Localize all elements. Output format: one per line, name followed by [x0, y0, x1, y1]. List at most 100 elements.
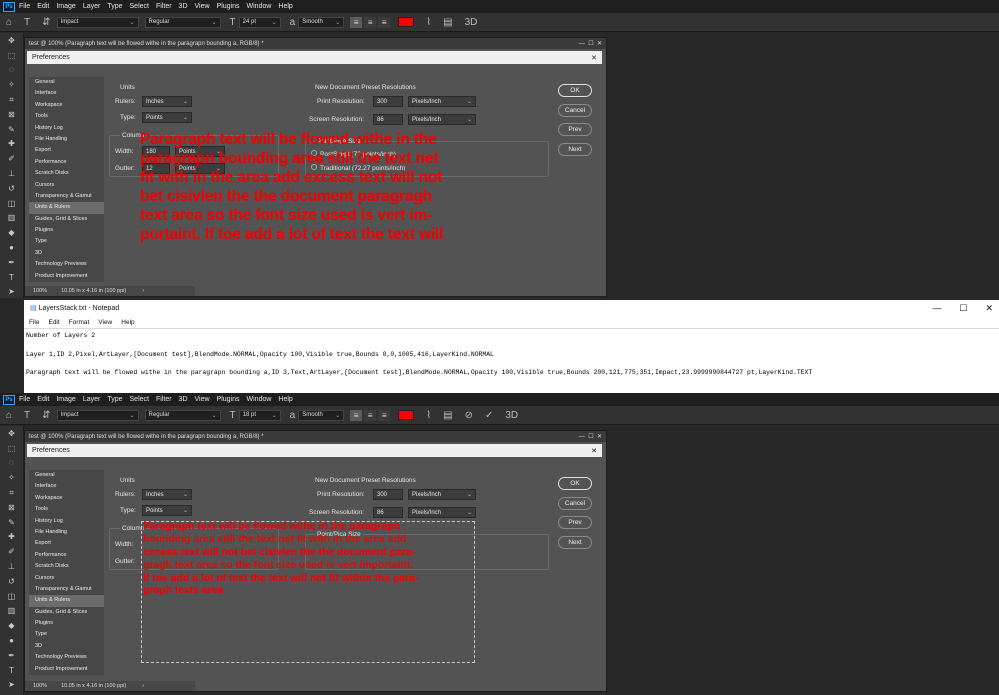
warp-text-icon[interactable]: ⌇	[426, 410, 431, 421]
antialias-select[interactable]: Smooth	[298, 16, 345, 28]
zoom-level[interactable]: 100%	[33, 683, 47, 689]
nav-tools[interactable]: Tools	[29, 504, 104, 515]
np-menu-view[interactable]: View	[98, 319, 112, 326]
menu-help[interactable]: Help	[278, 3, 292, 10]
menu-image[interactable]: Image	[56, 3, 75, 10]
status-chevron-icon[interactable]: ›	[142, 683, 144, 689]
warp-text-icon[interactable]: ⌇	[426, 17, 431, 28]
menu-view[interactable]: View	[195, 396, 210, 403]
path-select-icon[interactable]: ➤	[0, 678, 23, 693]
nav-interface[interactable]: Interface	[29, 88, 104, 99]
nav-plugins[interactable]: Plugins	[29, 618, 104, 629]
menu-select[interactable]: Select	[130, 3, 149, 10]
screen-res-input[interactable]: 86	[373, 507, 403, 518]
nav-tech-previews[interactable]: Technology Previews	[29, 652, 104, 663]
close-icon[interactable]: ✕	[591, 54, 597, 62]
nav-units-rulers[interactable]: Units & Rulers	[29, 202, 104, 214]
nav-history-log[interactable]: History Log	[29, 516, 104, 527]
home-icon[interactable]: ⌂	[6, 410, 12, 421]
font-style-select[interactable]: Regular	[144, 409, 221, 421]
print-res-unit-select[interactable]: Pixels/Inch	[408, 489, 476, 500]
document-tab-top[interactable]: test @ 100% (Paragraph text will be flow…	[25, 38, 606, 49]
menu-plugins[interactable]: Plugins	[217, 396, 240, 403]
nav-transparency[interactable]: Transparency & Gamut	[29, 584, 104, 595]
menu-filter[interactable]: Filter	[156, 3, 172, 10]
nav-file-handling[interactable]: File Handling	[29, 134, 104, 145]
np-menu-help[interactable]: Help	[121, 319, 134, 326]
print-res-unit-select[interactable]: Pixels/Inch	[408, 96, 476, 107]
menu-type[interactable]: Type	[107, 3, 122, 10]
menu-image[interactable]: Image	[56, 396, 75, 403]
type-tool-side-icon[interactable]: T	[0, 270, 23, 285]
blur-tool-icon[interactable]: ◆	[0, 225, 23, 240]
nav-history-log[interactable]: History Log	[29, 123, 104, 134]
nav-product-improvement[interactable]: Product Improvement	[29, 664, 104, 675]
healing-brush-icon[interactable]: ✚	[0, 530, 23, 545]
font-style-select[interactable]: Regular	[144, 16, 221, 28]
cancel-button[interactable]: Cancel	[558, 104, 592, 117]
eyedropper-icon[interactable]: ✎	[0, 515, 23, 530]
nav-units-rulers[interactable]: Units & Rulers	[29, 595, 104, 607]
antialias-select[interactable]: Smooth	[298, 409, 345, 421]
align-center-icon[interactable]: ≡	[364, 16, 377, 28]
menu-window[interactable]: Window	[247, 396, 272, 403]
menu-select[interactable]: Select	[130, 396, 149, 403]
eyedropper-icon[interactable]: ✎	[0, 122, 23, 137]
close-icon[interactable]: ✕	[591, 447, 597, 455]
nav-export[interactable]: Export	[29, 538, 104, 549]
eraser-tool-icon[interactable]: ◫	[0, 196, 23, 211]
nav-performance[interactable]: Performance	[29, 157, 104, 168]
nav-general[interactable]: General	[29, 470, 104, 481]
text-color-swatch[interactable]	[398, 17, 415, 27]
text-orientation-icon[interactable]: ⇵	[42, 17, 50, 28]
document-tab-bottom[interactable]: test @ 100% (Paragraph text will be flow…	[25, 431, 606, 442]
nav-product-improvement[interactable]: Product Improvement	[29, 271, 104, 282]
np-menu-file[interactable]: File	[29, 319, 39, 326]
next-button[interactable]: Next	[558, 536, 592, 549]
align-right-icon[interactable]: ≡	[378, 16, 391, 28]
marquee-tool-icon[interactable]: ⬚	[0, 441, 23, 456]
pen-tool-icon[interactable]: ✒	[0, 648, 23, 663]
brush-tool-icon[interactable]: ✐	[0, 544, 23, 559]
ok-button[interactable]: OK	[558, 477, 592, 490]
type-units-select[interactable]: Points	[142, 505, 192, 516]
nav-workspace[interactable]: Workspace	[29, 100, 104, 111]
status-chevron-icon[interactable]: ›	[142, 288, 144, 294]
nav-3d[interactable]: 3D	[29, 248, 104, 259]
path-select-icon[interactable]: ➤	[0, 285, 23, 300]
type-tool-icon[interactable]: T	[24, 17, 30, 28]
nav-scratch-disks[interactable]: Scratch Disks	[29, 561, 104, 572]
font-family-select[interactable]: Impact	[56, 16, 139, 28]
rulers-select[interactable]: Inches	[142, 96, 192, 107]
menu-window[interactable]: Window	[247, 3, 272, 10]
nav-guides[interactable]: Guides, Grid & Slices	[29, 214, 104, 225]
3d-icon[interactable]: 3D	[505, 410, 518, 421]
font-size-select[interactable]: 24 pt	[238, 16, 281, 28]
menu-layer[interactable]: Layer	[83, 3, 101, 10]
close-icon[interactable]: ✕	[985, 303, 993, 313]
type-tool-side-icon[interactable]: T	[0, 663, 23, 678]
menu-3d[interactable]: 3D	[179, 396, 188, 403]
marquee-tool-icon[interactable]: ⬚	[0, 48, 23, 63]
type-units-select[interactable]: Points	[142, 112, 192, 123]
nav-plugins[interactable]: Plugins	[29, 225, 104, 236]
nav-type[interactable]: Type	[29, 236, 104, 247]
screen-res-input[interactable]: 86	[373, 114, 403, 125]
nav-3d[interactable]: 3D	[29, 641, 104, 652]
dodge-tool-icon[interactable]: ●	[0, 633, 23, 648]
nav-general[interactable]: General	[29, 77, 104, 88]
align-right-icon[interactable]: ≡	[378, 409, 391, 421]
nav-workspace[interactable]: Workspace	[29, 493, 104, 504]
zoom-level[interactable]: 100%	[33, 288, 47, 294]
history-brush-icon[interactable]: ↺	[0, 181, 23, 196]
prev-button[interactable]: Prev	[558, 123, 592, 136]
minimize-icon[interactable]: —	[932, 303, 941, 313]
type-tool-icon[interactable]: T	[24, 410, 30, 421]
nav-tools[interactable]: Tools	[29, 111, 104, 122]
nav-cursors[interactable]: Cursors	[29, 573, 104, 584]
menu-edit[interactable]: Edit	[37, 3, 49, 10]
menu-edit[interactable]: Edit	[37, 396, 49, 403]
print-res-input[interactable]: 300	[373, 96, 403, 107]
cancel-edit-icon[interactable]: ⊘	[465, 410, 473, 421]
dodge-tool-icon[interactable]: ●	[0, 240, 23, 255]
